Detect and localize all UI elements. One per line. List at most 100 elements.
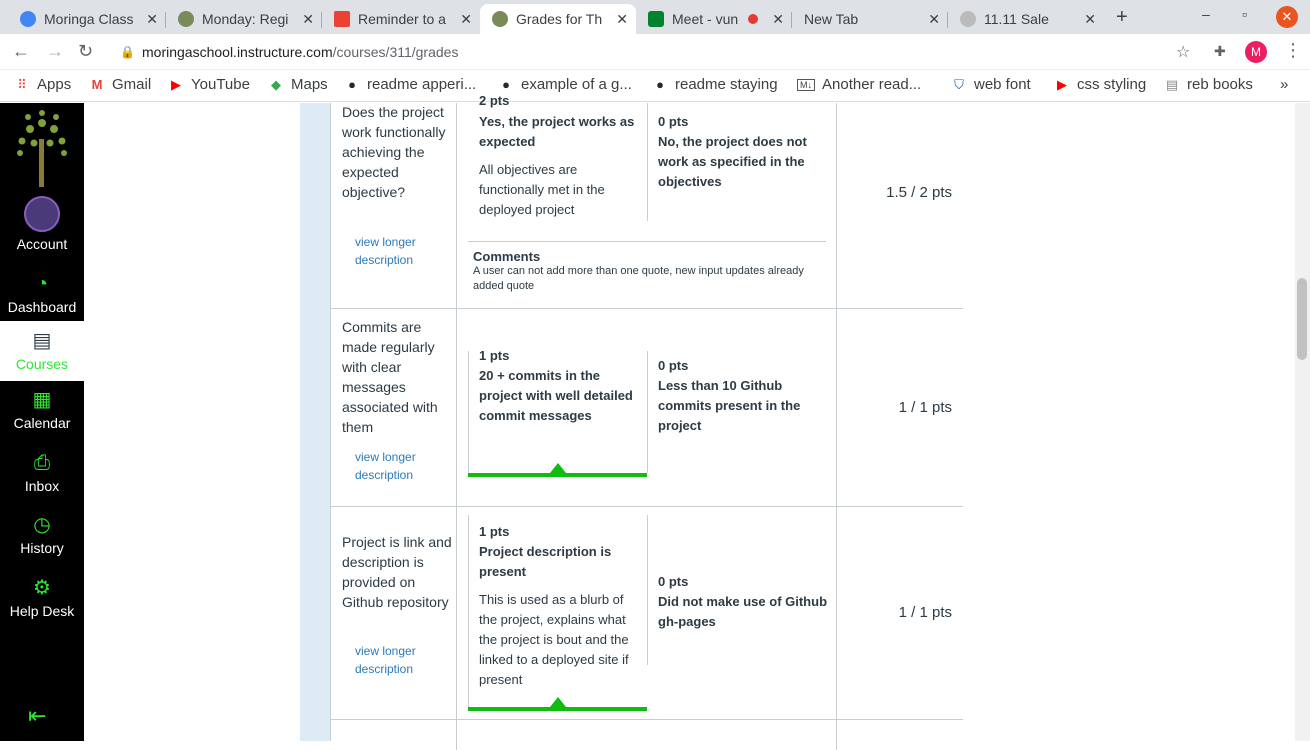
view-longer-description-link[interactable]: view longer description [355,233,435,269]
more-bookmarks-button[interactable]: » [1280,76,1288,93]
bookmark-youtube[interactable]: ▶ YouTube [168,76,250,93]
rating-title: Yes, the project works as expected [479,114,635,149]
tab-sale[interactable]: 11.11 Sale ✕ [948,4,1104,34]
rubric-row: Project is link and description is provi… [331,507,963,720]
criterion-score: 1 / 1 pts [898,604,952,621]
criterion-cell: Does the project work functionally achie… [331,103,457,308]
close-tab-icon[interactable]: ✕ [146,11,158,28]
page-scrollbar-thumb[interactable] [1297,278,1307,360]
globe-icon [20,11,36,27]
points-cell [836,720,963,750]
close-tab-icon[interactable]: ✕ [460,11,472,28]
sidebar-item-courses[interactable]: ▤ Courses [0,321,84,381]
close-tab-icon[interactable]: ✕ [302,11,314,28]
bookmark-css-styling[interactable]: ▶ css styling [1054,76,1146,93]
comment-text: A user can not add more than one quote, … [473,265,804,292]
markdown-icon: M↓ [797,78,815,91]
bookmark-gmail[interactable]: M Gmail [89,76,152,93]
tab-title: New Tab [804,11,859,27]
view-longer-description-link[interactable]: view longer description [355,448,435,484]
rating-points: 1 pts [479,348,510,363]
courses-icon: ▤ [32,330,52,352]
tab-moringa-class[interactable]: Moringa Class ✕ [8,4,166,34]
close-tab-icon[interactable]: ✕ [616,11,628,28]
view-longer-description-link[interactable]: view longer description [355,642,435,678]
account-avatar[interactable] [24,196,60,232]
browser-menu-icon[interactable]: ⋮ [1284,40,1302,61]
close-window-button[interactable]: ✕ [1276,6,1298,28]
shield-icon: ⛉ [954,76,964,92]
criterion-description: Project is link and description is provi… [342,534,452,610]
tree-logo-icon[interactable] [12,109,72,189]
rating-selected[interactable]: 1 pts Project description is present Thi… [479,522,641,690]
tab-new-tab[interactable]: New Tab ✕ [792,4,948,34]
back-button[interactable]: ← [12,41,30,62]
bookmark-maps[interactable]: ◆ Maps [268,76,328,93]
rating-option[interactable]: 0 pts Did not make use of Github gh-page… [658,572,828,632]
rating-border-left [468,351,469,473]
github-icon: ● [656,77,664,92]
page-scrollbar-track[interactable] [1295,103,1310,741]
rating-selected[interactable]: Yes, the project works as expected All o… [479,112,641,220]
tab-monday[interactable]: Monday: Regi ✕ [166,4,322,34]
tab-strip: Moringa Class ✕ Monday: Regi ✕ Reminder … [0,0,1310,34]
sidebar-item-calendar[interactable]: ▦ Calendar [0,387,84,447]
criterion-cell: Project is link and description is provi… [331,507,457,719]
sidebar-item-history[interactable]: ◷ History [0,512,84,572]
new-tab-button[interactable]: + [1116,6,1128,29]
bookmark-readme-staying[interactable]: ● readme staying [652,76,778,93]
bookmark-label: Apps [37,76,72,93]
points-cell: 1 / 1 pts [836,309,963,506]
rating-title: 20 + commits in the project with well de… [479,368,633,423]
rating-selected[interactable]: 1 pts 20 + commits in the project with w… [479,346,639,426]
profile-avatar[interactable]: M [1245,41,1267,63]
bookmark-reb-books[interactable]: ▤ reb books [1164,76,1253,93]
rating-title: Did not make use of Github gh-pages [658,594,828,629]
sidebar-item-label: Calendar [13,415,71,431]
selected-rating-bar [468,473,647,477]
rating-option[interactable]: 0 pts No, the project does not work as s… [658,112,828,192]
address-bar[interactable]: 🔒 moringaschool.instructure.com/courses/… [112,38,1212,66]
bookmark-label: Gmail [112,76,152,93]
tab-reminder[interactable]: Reminder to a ✕ [322,4,480,34]
minimize-button[interactable]: – [1202,6,1210,22]
sidebar-item-help-desk[interactable]: ⚙ Help Desk [0,575,84,635]
rating-divider [647,515,648,665]
sidebar-item-account[interactable]: Account [0,236,84,252]
sidebar-item-inbox[interactable]: ⎙ Inbox [0,450,84,510]
bookmark-star-icon[interactable]: ☆ [1176,42,1190,62]
maximize-button[interactable]: ▫ [1242,6,1247,22]
bookmark-label: reb books [1187,76,1253,93]
bookmark-readme-apperi[interactable]: ● readme apperi... [344,76,476,93]
close-tab-icon[interactable]: ✕ [772,11,784,28]
forward-button[interactable]: → [46,41,64,62]
criterion-cell: Commits are made regularly with clear me… [331,309,457,506]
book-icon: ▤ [1165,76,1179,92]
gear-icon: ⚙ [33,577,51,599]
close-tab-icon[interactable]: ✕ [1084,11,1096,28]
rubric-row: Commits are made regularly with clear me… [331,309,963,507]
bookmark-apps[interactable]: ⠿ Apps [14,76,71,93]
close-tab-icon[interactable]: ✕ [928,11,940,28]
rating-option[interactable]: 0 pts Less than 10 Github commits presen… [658,356,828,436]
reload-button[interactable]: ↻ [78,41,93,62]
rating-points: 0 pts [658,358,689,373]
bookmark-another-read[interactable]: M↓ Another read... [797,76,921,93]
sidebar-item-label: History [20,540,64,556]
rating-description: All objectives are functionally met in t… [479,162,605,217]
dashboard-icon: ◔ [35,273,49,295]
points-cell: 1.5 / 2 pts [836,103,963,308]
points-cell: 1 / 1 pts [836,507,963,719]
rating-points: 0 pts [658,574,689,589]
store-icon [960,11,976,27]
tree-icon [178,11,194,27]
inbox-icon: ⎙ [34,452,50,474]
tab-meet[interactable]: Meet - vun ✕ [636,4,792,34]
collapse-nav-icon[interactable]: ⇤ [28,703,46,729]
tab-grades[interactable]: Grades for Th ✕ [480,4,636,34]
bookmark-web-font[interactable]: ⛉ web font [951,76,1031,93]
rating-border-left [468,515,469,707]
github-icon: ● [348,77,356,92]
extensions-icon[interactable]: ✚ [1214,43,1226,60]
bookmarks-bar: ⠿ Apps M Gmail ▶ YouTube ◆ Maps ● readme appe… [0,70,1310,102]
